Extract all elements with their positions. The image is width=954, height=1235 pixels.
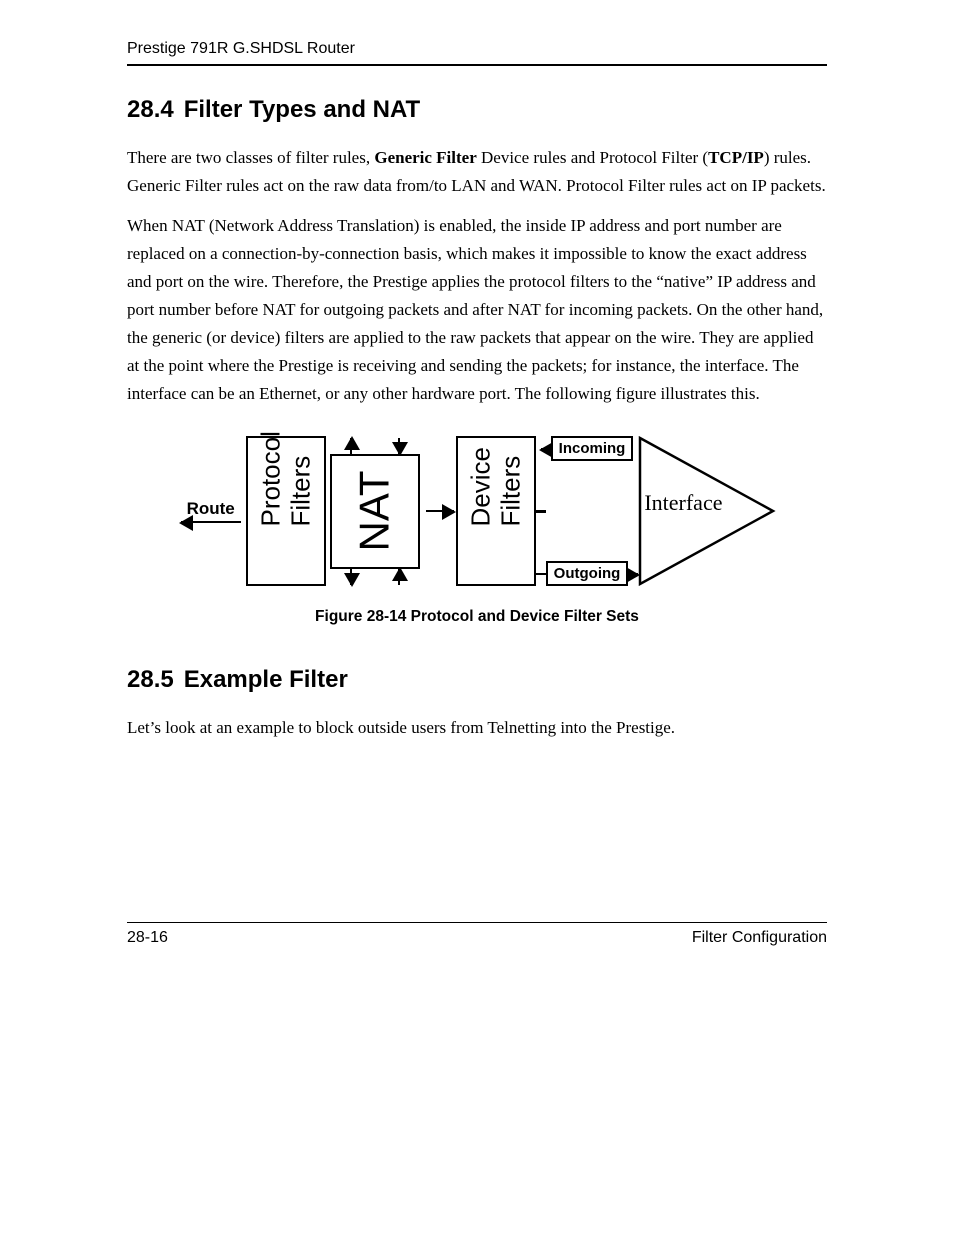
text: Let’s look at an example to block outsid… — [127, 718, 675, 737]
interface-label: Interface — [644, 490, 722, 516]
device-filters-box: Device Filters — [456, 436, 536, 586]
page-footer: 28-16 Filter Configuration — [127, 922, 827, 947]
figure-caption: Figure 28-14 Protocol and Device Filter … — [127, 608, 827, 626]
route-label: Route — [187, 499, 235, 519]
footer-title: Filter Configuration — [692, 929, 827, 947]
header-title: Prestige 791R G.SHDSL Router — [127, 40, 355, 57]
filters-label: Filters — [285, 496, 316, 526]
paragraph: Let’s look at an example to block outsid… — [127, 714, 827, 742]
arrow-up-icon — [350, 438, 352, 454]
connector-line — [536, 573, 546, 576]
nat-box: NAT — [330, 454, 420, 569]
text: There are two classes of filter rules, — [127, 148, 374, 167]
connector-line — [536, 510, 546, 513]
figure-28-14: Route Protocol Filters NAT — [127, 432, 827, 590]
arrow-down-icon — [350, 569, 352, 585]
section-title: Example Filter — [184, 666, 348, 693]
bold-text: TCP/IP — [708, 148, 764, 167]
section-number: 28.5 — [127, 666, 174, 694]
nat-label: NAT — [351, 471, 399, 552]
text: When NAT (Network Address Translation) i… — [127, 216, 823, 403]
diagram: Route Protocol Filters NAT — [176, 432, 779, 590]
protocol-label: Protocol — [255, 496, 286, 526]
nat-column: NAT — [326, 436, 424, 587]
page-header: Prestige 791R G.SHDSL Router — [127, 40, 827, 66]
paragraph: There are two classes of filter rules, G… — [127, 144, 827, 200]
text: Device rules and Protocol Filter ( — [477, 148, 708, 167]
incoming-box: Incoming — [551, 436, 634, 461]
arrow-left-icon — [541, 448, 551, 450]
arrow-up-icon — [398, 569, 400, 585]
paragraph: When NAT (Network Address Translation) i… — [127, 212, 827, 408]
interface-shape: Interface — [638, 436, 778, 586]
section-number: 28.4 — [127, 96, 174, 124]
protocol-filters-box: Protocol Filters — [246, 436, 326, 586]
arrow-right-icon — [628, 573, 638, 575]
device-label: Device — [465, 496, 496, 526]
section-title: Filter Types and NAT — [184, 96, 420, 123]
section-heading-28-5: 28.5 Example Filter — [127, 666, 827, 694]
route-block: Route — [176, 499, 246, 523]
bold-text: Generic Filter — [374, 148, 476, 167]
section-heading-28-4: 28.4 Filter Types and NAT — [127, 96, 827, 124]
outgoing-box: Outgoing — [546, 561, 629, 586]
arrow-left-icon — [181, 521, 241, 523]
page-number: 28-16 — [127, 929, 168, 947]
io-column: Incoming Outgoing — [536, 432, 639, 590]
filters-label: Filters — [495, 496, 526, 526]
arrow-down-icon — [398, 438, 400, 454]
arrow-right-icon — [426, 510, 454, 512]
